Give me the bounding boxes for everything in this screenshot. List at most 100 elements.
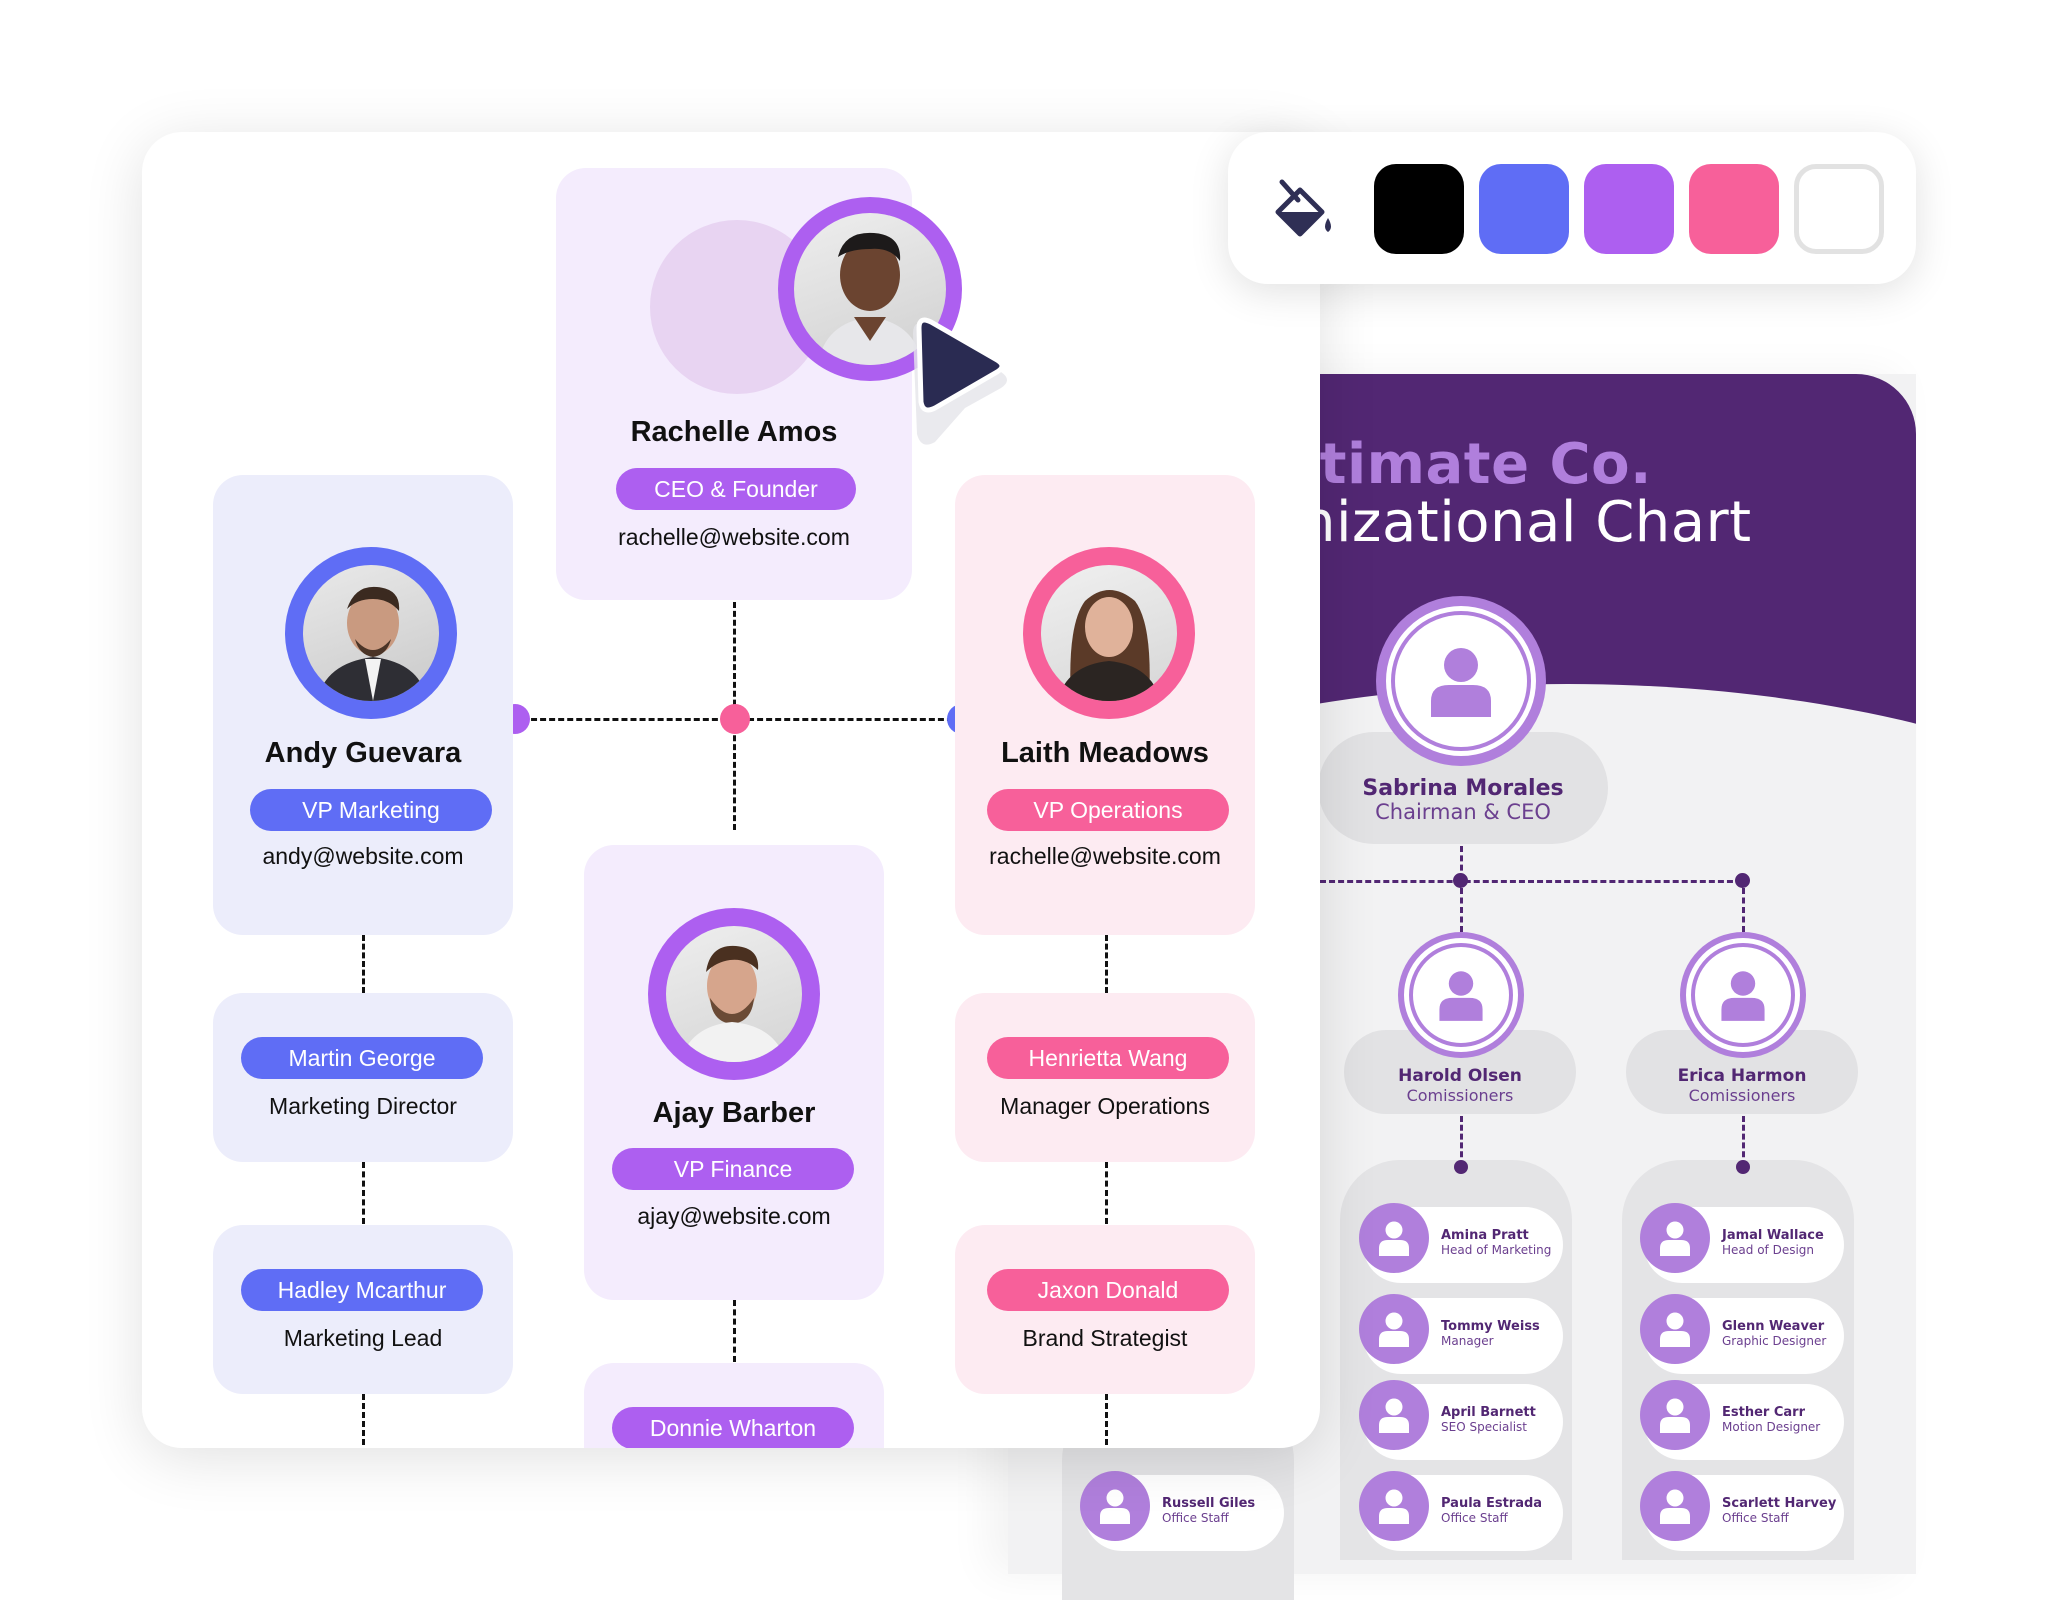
preview-connector [1460,1116,1463,1166]
report-role: Marketing Director [269,1093,457,1119]
preview-node-dot [1453,873,1468,888]
connector-marketing [362,935,365,993]
staff-name: Russell Giles [1162,1496,1256,1511]
preview-head-role: Chairman & CEO [1375,800,1551,824]
person-icon [1721,971,1765,1021]
person-photo-icon [1057,590,1161,701]
ceo-email[interactable]: rachelle@website.com [556,524,912,551]
person-icon [1379,1221,1409,1256]
preview-connector [1320,880,1742,883]
person-icon [1660,1398,1690,1433]
connector-operations [1105,1162,1108,1224]
vp-marketing-avatar [285,547,457,719]
vp-finance-avatar [648,908,820,1080]
staff-name: Scarlett Harvey [1722,1496,1837,1511]
staff-role: Manager [1441,1334,1494,1348]
preview-staff-card[interactable]: April Barnett SEO Specialist [1359,1380,1563,1460]
connector-finance [733,1300,736,1362]
swatch-black[interactable] [1374,164,1464,254]
connector-operations [1105,1394,1108,1448]
color-palette-toolbar [1228,132,1916,284]
vp-operations-email[interactable]: rachelle@website.com [955,843,1255,870]
connector-marketing [362,1162,365,1224]
staff-role: Head of Design [1722,1243,1815,1257]
vp-operations-title-badge: VP Operations [987,789,1229,831]
ceo-name: Rachelle Amos [630,416,838,448]
staff-avatar [1080,1471,1150,1541]
staff-name: Esther Carr [1722,1405,1805,1420]
commissioner-name: Erica Harmon [1677,1066,1807,1086]
vp-operations-name: Laith Meadows [1001,737,1209,769]
paint-bucket-icon[interactable] [1268,176,1338,242]
report-name-badge: Jaxon Donald [987,1269,1229,1311]
staff-role: Office Staff [1441,1511,1508,1525]
preview-node-dot [1454,1160,1468,1174]
staff-role: SEO Specialist [1441,1420,1527,1434]
preview-staff-card[interactable]: Scarlett Harvey Office Staff [1640,1471,1844,1551]
swatch-pink[interactable] [1689,164,1779,254]
org-chart-canvas[interactable]: Rachelle Amos CEO & Founder rachelle@web… [142,132,1320,1448]
org-node-report[interactable]: Donnie Wharton [584,1363,884,1448]
connector-marketing [362,1394,365,1448]
pointer-cursor-icon [913,317,1007,445]
staff-name: Paula Estrada [1441,1496,1543,1511]
preview-staff-card[interactable]: Jamal Wallace Head of Design [1640,1203,1844,1283]
person-photo-icon [680,945,786,1062]
preview-staff-card[interactable]: Glenn Weaver Graphic Designer [1640,1294,1844,1374]
org-node-ceo[interactable]: Rachelle Amos CEO & Founder rachelle@web… [556,168,962,600]
vp-finance-title-badge: VP Finance [612,1148,854,1190]
person-icon [1379,1312,1409,1347]
staff-name: Glenn Weaver [1722,1319,1825,1334]
org-node-vp-finance[interactable]: Ajay Barber VP Finance ajay@website.com [584,845,884,1300]
org-node-report[interactable]: Martin George Marketing Director [213,993,513,1162]
report-name-badge: Donnie Wharton [612,1407,854,1448]
staff-avatar [1640,1294,1710,1364]
person-icon [1431,648,1491,717]
preview-node-dot [1735,873,1750,888]
staff-avatar [1359,1203,1429,1273]
staff-name: Tommy Weiss [1441,1319,1540,1334]
report-role: Manager Operations [1000,1093,1210,1119]
vp-operations-avatar [1023,547,1195,719]
vp-marketing-title-badge: VP Marketing [250,789,492,831]
swatch-purple[interactable] [1584,164,1674,254]
vp-marketing-email[interactable]: andy@website.com [213,843,513,870]
swatch-white[interactable] [1794,164,1884,254]
connector-operations [1105,935,1108,993]
preview-staff-card[interactable]: Tommy Weiss Manager [1359,1294,1563,1374]
ceo-title-badge: CEO & Founder [616,468,856,510]
staff-role: Office Staff [1722,1511,1789,1525]
staff-avatar [1359,1471,1429,1541]
staff-role: Graphic Designer [1722,1334,1827,1348]
staff-avatar [1359,1294,1429,1364]
preview-head-name: Sabrina Morales [1362,776,1564,801]
preview-title-line2: nizational Chart [1300,490,1752,555]
staff-role: Office Staff [1162,1511,1229,1525]
preview-title-line1: ltimate Co. [1300,432,1652,497]
preview-connector [1460,888,1463,932]
staff-name: Amina Pratt [1441,1228,1529,1243]
vp-finance-email[interactable]: ajay@website.com [584,1203,884,1230]
preview-staff-card[interactable]: Amina Pratt Head of Marketing [1359,1203,1563,1283]
preview-head-avatar [1376,596,1546,766]
org-node-report[interactable]: Hadley Mcarthur Marketing Lead [213,1225,513,1394]
preview-staff-card[interactable]: Russell Giles Office Staff [1080,1471,1284,1551]
staff-avatar [1640,1380,1710,1450]
staff-name: Jamal Wallace [1722,1228,1824,1243]
report-role: Marketing Lead [283,1325,443,1351]
staff-name: April Barnett [1441,1405,1536,1420]
preview-staff-card[interactable]: Esther Carr Motion Designer [1640,1380,1844,1460]
preview-connector [1742,1116,1745,1166]
person-icon [1379,1489,1409,1524]
preview-staff-card[interactable]: Paula Estrada Office Staff [1359,1471,1563,1551]
org-node-report[interactable]: Henrietta Wang Manager Operations [955,993,1255,1162]
commissioner-avatar [1398,932,1524,1058]
preview-node-dot [1736,1160,1750,1174]
swatch-blue[interactable] [1479,164,1569,254]
person-photo-icon [317,586,427,701]
staff-role: Motion Designer [1722,1420,1821,1434]
org-node-vp-marketing[interactable]: Andy Guevara VP Marketing andy@website.c… [213,475,513,935]
commissioner-avatar [1680,932,1806,1058]
org-node-report[interactable]: Jaxon Donald Brand Strategist [955,1225,1255,1394]
org-node-vp-operations[interactable]: Laith Meadows VP Operations rachelle@web… [955,475,1255,935]
